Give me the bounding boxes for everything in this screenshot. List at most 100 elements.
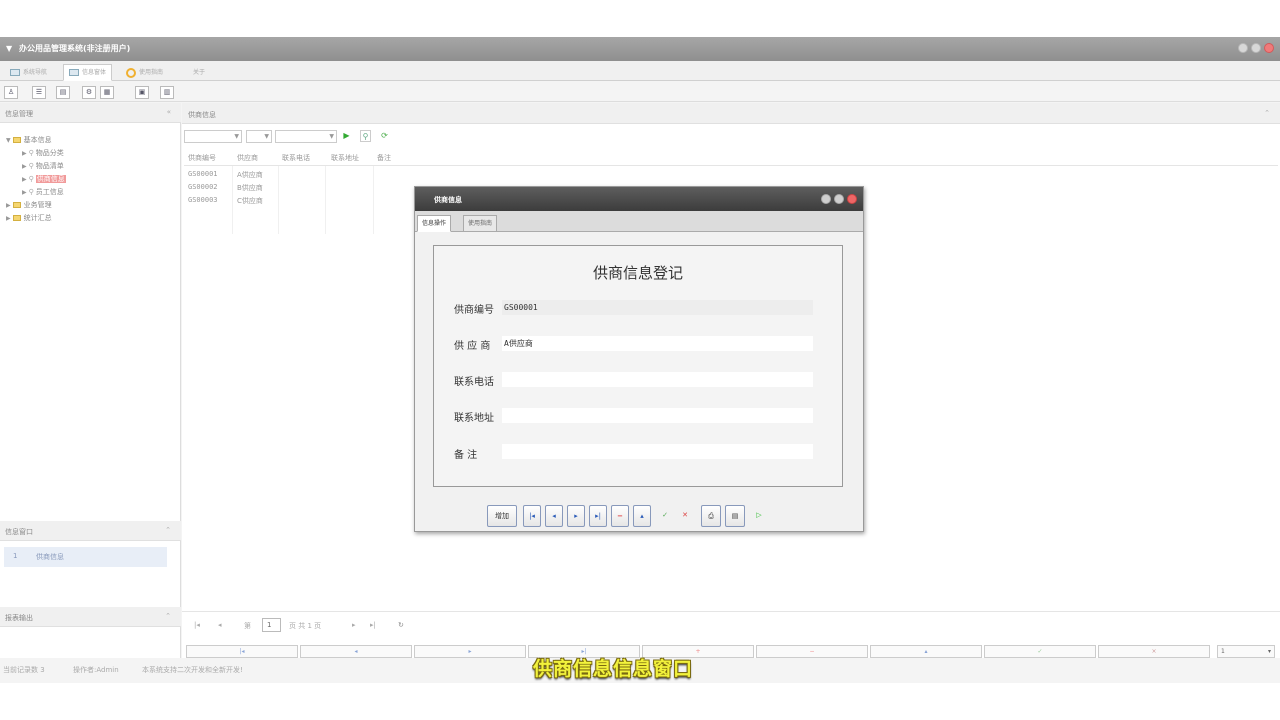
window-title: 办公用品管理系统(非注册用户)	[19, 44, 131, 53]
edit-icon[interactable]: ▴	[633, 505, 651, 527]
run-icon[interactable]: ▷	[751, 505, 767, 527]
dialog-maximize-button[interactable]	[834, 194, 844, 204]
collapse-up-icon[interactable]: ⌃	[1264, 109, 1270, 117]
collapse-up-icon[interactable]: ⌃	[165, 612, 171, 620]
dialog-close-button[interactable]	[847, 194, 857, 204]
chevron-right-icon: ▶	[22, 189, 27, 196]
supplier-dialog: 供商信息 信息操作 使用指南 供商信息登记 供商编号 GS00001 供 应 商…	[414, 186, 864, 532]
column-header[interactable]: 供应商	[237, 153, 258, 163]
reload-icon[interactable]: ↻	[398, 621, 404, 629]
tab-about[interactable]: 关于	[187, 64, 211, 81]
tab-system-nav[interactable]: 系统导航	[4, 64, 53, 81]
dialog-title: 供商信息	[434, 196, 462, 204]
confirm-button[interactable]: ✓	[984, 645, 1096, 658]
tab-user-guide[interactable]: 使用指南	[120, 64, 169, 81]
phone-field[interactable]	[502, 372, 813, 387]
tree-node-supplier-info[interactable]: ▶ ⚲ 供商信息	[22, 174, 66, 184]
list-icon[interactable]: ☰	[32, 86, 46, 99]
confirm-icon[interactable]: ✓	[657, 505, 673, 527]
print-preview-icon[interactable]: ▤	[725, 505, 745, 527]
document-icon[interactable]: ▤	[56, 86, 70, 99]
chevron-down-icon: ▾	[1267, 648, 1271, 655]
report-icon[interactable]: ▥	[160, 86, 174, 99]
print-icon[interactable]: ⎙	[701, 505, 721, 527]
cancel-icon[interactable]: ✕	[677, 505, 693, 527]
chevron-down-icon: ▼	[6, 137, 11, 144]
dialog-tabs: 信息操作 使用指南	[415, 211, 863, 232]
collapse-icon[interactable]: «	[167, 108, 171, 116]
field-select[interactable]: ▼	[184, 130, 242, 143]
folder-icon	[12, 137, 21, 143]
prev-record-icon[interactable]: ◂	[545, 505, 563, 527]
table-row[interactable]: GS00001 A供应商	[184, 169, 414, 180]
first-record-button[interactable]: |◂	[186, 645, 298, 658]
supplier-form: 供商信息登记 供商编号 GS00001 供 应 商 A供应商 联系电话 联系地址…	[433, 245, 843, 487]
value-select[interactable]: ▼	[275, 130, 337, 143]
prev-page-icon[interactable]: ◂	[218, 621, 222, 629]
table-icon	[69, 69, 79, 76]
phone-label: 联系电话	[454, 377, 494, 388]
chevron-right-icon: ▶	[6, 215, 11, 222]
chevron-right-icon: ▶	[22, 176, 27, 183]
table-row[interactable]: GS00002 B供应商	[184, 182, 414, 193]
first-record-icon[interactable]: |◂	[523, 505, 541, 527]
tree-node-basic-info[interactable]: ▼ 基本信息	[6, 135, 52, 145]
user-icon[interactable]: ♙	[4, 86, 18, 99]
dialog-minimize-button[interactable]	[821, 194, 831, 204]
tree-node-staff-info[interactable]: ▶ ⚲ 员工信息	[22, 187, 64, 197]
close-button[interactable]	[1264, 43, 1274, 53]
search-records-icon[interactable]: ⚲	[360, 130, 371, 142]
dialog-title-bar[interactable]: 供商信息	[415, 187, 863, 211]
table-row[interactable]: GS00003 C供应商	[184, 195, 414, 206]
address-field[interactable]	[502, 408, 813, 423]
grid-header: 供商编号 供应商 联系电话 联系地址 备注	[184, 148, 1278, 166]
refresh-icon[interactable]: ⟳	[379, 130, 390, 142]
next-record-icon[interactable]: ▸	[567, 505, 585, 527]
info-management-header: 信息管理 «	[0, 103, 181, 123]
cancel-button[interactable]: ×	[1098, 645, 1210, 658]
title-bar: ▼ 办公用品管理系统(非注册用户)	[0, 37, 1280, 61]
search-icon: ⚲	[28, 175, 34, 183]
column-header[interactable]: 联系电话	[282, 153, 310, 163]
operator-select[interactable]: ▼	[246, 130, 272, 143]
edit-record-button[interactable]: ▴	[870, 645, 982, 658]
last-record-icon[interactable]: ▸|	[589, 505, 607, 527]
operator-label: 操作者:Admin	[73, 666, 119, 674]
next-record-button[interactable]: ▸	[414, 645, 526, 658]
remark-field[interactable]	[502, 444, 813, 459]
first-page-icon[interactable]: |◂	[194, 621, 200, 629]
add-button[interactable]: 增加	[487, 505, 517, 527]
copy-icon[interactable]: ▣	[135, 86, 149, 99]
page-number-input[interactable]: 1	[262, 618, 281, 632]
tree-node-item-category[interactable]: ▶ ⚲ 物品分类	[22, 148, 64, 158]
page-size-select[interactable]: 1 ▾	[1217, 645, 1275, 658]
info-window-item[interactable]: 1 供商信息	[4, 547, 167, 567]
column-header[interactable]: 备注	[377, 153, 391, 163]
chevron-down-icon: ▼	[329, 133, 334, 140]
report-output-header: 报表输出 ⌃	[0, 607, 181, 627]
settings-icon[interactable]: ⚙	[82, 86, 96, 99]
minimize-button[interactable]	[1238, 43, 1248, 53]
delete-icon[interactable]: −	[611, 505, 629, 527]
help-ring-icon	[126, 67, 136, 78]
prev-record-button[interactable]: ◂	[300, 645, 412, 658]
export-icon[interactable]: ▦	[100, 86, 114, 99]
column-header[interactable]: 供商编号	[188, 153, 216, 163]
toolbar: ♙ ☰ ▤ ⚙ ▦ ▣ ▥	[0, 82, 1280, 102]
collapse-up-icon[interactable]: ⌃	[165, 526, 171, 534]
run-query-icon[interactable]: ▶	[341, 130, 352, 142]
supplier-id-field[interactable]: GS00001	[502, 300, 813, 315]
maximize-button[interactable]	[1251, 43, 1261, 53]
address-label: 联系地址	[454, 413, 494, 424]
delete-record-button[interactable]: −	[756, 645, 868, 658]
tree-node-business[interactable]: ▶ 业务管理	[6, 200, 52, 210]
column-header[interactable]: 联系地址	[331, 153, 359, 163]
tree-node-item-list[interactable]: ▶ ⚲ 物品清单	[22, 161, 64, 171]
next-page-icon[interactable]: ▸	[352, 621, 356, 629]
tab-usage-guide[interactable]: 使用指南	[463, 215, 498, 232]
last-page-icon[interactable]: ▸|	[370, 621, 376, 629]
tab-info-forms[interactable]: 信息窗体	[63, 64, 113, 81]
supplier-name-field[interactable]: A供应商	[502, 336, 813, 351]
tree-node-statistics[interactable]: ▶ 统计汇总	[6, 213, 52, 223]
tab-info-operation[interactable]: 信息操作	[417, 215, 452, 232]
